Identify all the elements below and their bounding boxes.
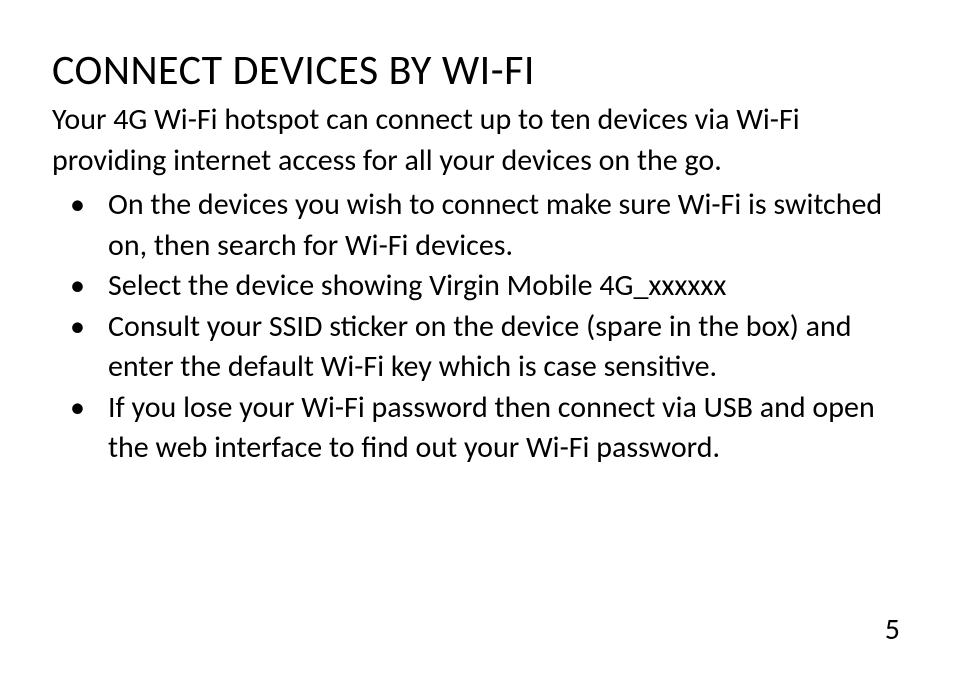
list-item: On the devices you wish to connect make …	[52, 185, 902, 266]
intro-paragraph: Your 4G Wi-Fi hotspot can connect up to …	[52, 100, 902, 181]
page-number: 5	[885, 611, 900, 648]
list-item: If you lose your Wi-Fi password then con…	[52, 388, 902, 469]
instruction-list: On the devices you wish to connect make …	[52, 185, 902, 469]
list-item: Consult your SSID sticker on the device …	[52, 307, 902, 388]
page-heading: CONNECT DEVICES BY WI-FI	[52, 48, 902, 94]
list-item: Select the device showing Virgin Mobile …	[52, 266, 902, 307]
